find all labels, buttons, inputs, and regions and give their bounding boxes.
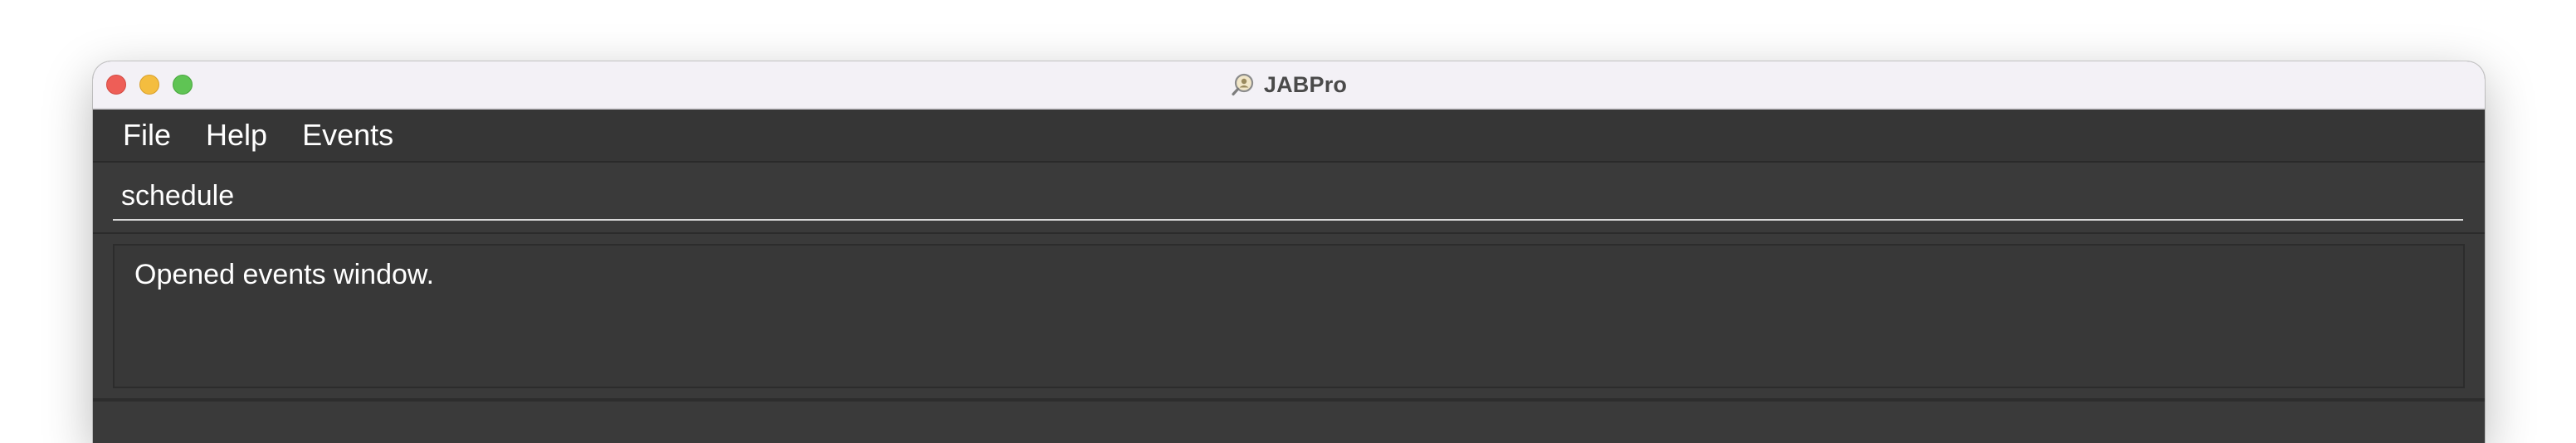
menu-events[interactable]: Events: [302, 118, 393, 153]
result-message: Opened events window.: [134, 259, 435, 290]
command-input[interactable]: [113, 176, 2463, 221]
app-logo-icon: [1232, 73, 1253, 96]
content-area-edge: [93, 398, 2485, 443]
title-bar[interactable]: JABPro: [93, 61, 2485, 110]
command-box: [93, 164, 2485, 234]
menu-help[interactable]: Help: [206, 118, 267, 153]
app-window: JABPro File Help Events Opened events wi…: [93, 61, 2485, 443]
result-display: Opened events window.: [113, 244, 2465, 388]
menu-file[interactable]: File: [123, 118, 171, 153]
menu-bar: File Help Events: [93, 110, 2485, 163]
window-title: JABPro: [1263, 71, 1348, 97]
window-title-group: JABPro: [93, 61, 2485, 108]
